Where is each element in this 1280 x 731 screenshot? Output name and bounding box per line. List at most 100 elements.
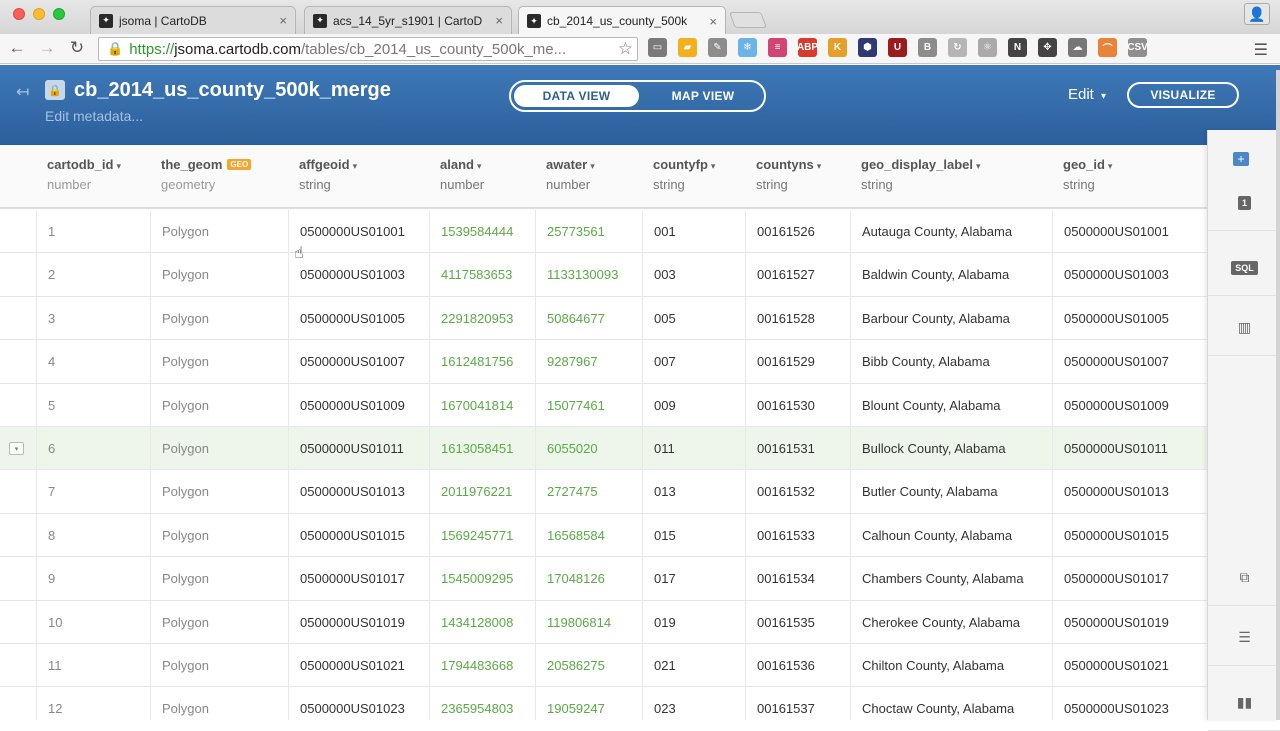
cell-awater[interactable]: 119806814 xyxy=(535,600,642,644)
column-menu-chevron-icon[interactable]: ▾ xyxy=(477,161,482,171)
cell-the-geom[interactable]: Polygon xyxy=(150,296,288,340)
cell-the-geom[interactable]: Polygon xyxy=(150,557,288,601)
cell-aland[interactable]: 2011976221 xyxy=(429,470,535,514)
k-icon[interactable]: K xyxy=(828,38,847,57)
reload-icon[interactable]: ↻ xyxy=(66,37,88,59)
pencil-icon[interactable]: ✎ xyxy=(708,38,727,57)
cell-awater[interactable]: 1133130093 xyxy=(535,253,642,297)
close-tab-icon[interactable]: × xyxy=(709,14,717,29)
add-row-button[interactable]: ☰ xyxy=(1208,610,1280,666)
cell-geo-display-label[interactable]: Cherokee County, Alabama xyxy=(850,600,1052,644)
cell-geo-id[interactable]: 0500000US01023 xyxy=(1052,687,1192,720)
chart-button[interactable]: ▥ xyxy=(1208,300,1280,356)
cell-aland[interactable]: 4117583653 xyxy=(429,253,535,297)
table-row[interactable]: 1 Polygon 0500000US01001 1539584444 25773561… xyxy=(0,210,1207,254)
cell-countyfp[interactable]: 013 xyxy=(642,470,745,514)
column-header-geo-id[interactable]: geo_id ▾ string xyxy=(1052,145,1192,209)
map-view-tab[interactable]: MAP VIEW xyxy=(643,85,763,107)
cell-geo-id[interactable]: 0500000US01017 xyxy=(1052,557,1192,601)
cell-countyfp[interactable]: 021 xyxy=(642,644,745,687)
back-to-dashboard-icon[interactable]: ↤ xyxy=(16,82,29,102)
cell-aland[interactable]: 1612481756 xyxy=(429,340,535,384)
rainbow-icon[interactable]: ⌒ xyxy=(1098,38,1117,57)
cell-countyfp[interactable]: 017 xyxy=(642,557,745,601)
cell-geo-display-label[interactable]: Chilton County, Alabama xyxy=(850,644,1052,687)
cell-aland[interactable]: 2365954803 xyxy=(429,687,535,720)
column-menu-chevron-icon[interactable]: ▾ xyxy=(116,161,121,171)
column-menu-chevron-icon[interactable]: ▾ xyxy=(353,161,358,171)
cell-countyns[interactable]: 00161533 xyxy=(745,513,850,557)
cell-awater[interactable]: 17048126 xyxy=(535,557,642,601)
cell-awater[interactable]: 2727475 xyxy=(535,470,642,514)
cell-cartodb-id[interactable]: 7 xyxy=(36,470,150,514)
cell-cartodb-id[interactable]: 9 xyxy=(36,557,150,601)
cell-awater[interactable]: 25773561 xyxy=(535,210,642,253)
n-icon[interactable]: N xyxy=(1008,38,1027,57)
cell-aland[interactable]: 1670041814 xyxy=(429,383,535,427)
cell-awater[interactable]: 50864677 xyxy=(535,296,642,340)
table-row[interactable]: ▾ 6 Polygon 0500000US01011 1613058451 6055020… xyxy=(0,427,1207,471)
cell-aland[interactable]: 1569245771 xyxy=(429,513,535,557)
column-header-affgeoid[interactable]: affgeoid ▾ string xyxy=(288,145,429,209)
cell-awater[interactable]: 19059247 xyxy=(535,687,642,720)
cell-the-geom[interactable]: Polygon xyxy=(150,427,288,470)
cell-awater[interactable]: 15077461 xyxy=(535,383,642,427)
cell-geo-id[interactable]: 0500000US01007 xyxy=(1052,340,1192,384)
cell-the-geom[interactable]: Polygon xyxy=(150,340,288,384)
cell-countyfp[interactable]: 003 xyxy=(642,253,745,297)
cell-cartodb-id[interactable]: 4 xyxy=(36,340,150,384)
cell-countyns[interactable]: 00161526 xyxy=(745,210,850,253)
edit-metadata-link[interactable]: Edit metadata... xyxy=(45,108,143,124)
cell-affgeoid[interactable]: 0500000US01017 xyxy=(288,557,429,601)
edit-dropdown[interactable]: Edit ▾ xyxy=(1068,86,1106,103)
cell-countyfp[interactable]: 009 xyxy=(642,383,745,427)
cell-cartodb-id[interactable]: 3 xyxy=(36,296,150,340)
cell-geo-id[interactable]: 0500000US01013 xyxy=(1052,470,1192,514)
column-header-the-geom[interactable]: the_geom GEO geometry xyxy=(150,145,288,209)
cell-affgeoid[interactable]: 0500000US01023 xyxy=(288,687,429,720)
table-row[interactable]: 3 Polygon 0500000US01005 2291820953 50864677… xyxy=(0,296,1207,341)
browser-tab-jsoma[interactable]: ✦ jsoma | CartoDB × xyxy=(90,6,296,34)
cell-awater[interactable]: 9287967 xyxy=(535,340,642,384)
cell-geo-display-label[interactable]: Chambers County, Alabama xyxy=(850,557,1052,601)
cell-affgeoid[interactable]: 0500000US01003 xyxy=(288,253,429,297)
cell-countyfp[interactable]: 005 xyxy=(642,296,745,340)
cell-affgeoid[interactable]: 0500000US01019 xyxy=(288,600,429,644)
column-header-geo-display-label[interactable]: geo_display_label ▾ string xyxy=(850,145,1052,209)
cell-affgeoid[interactable]: 0500000US01013 xyxy=(288,470,429,514)
cell-affgeoid[interactable]: 0500000US01011 xyxy=(288,427,429,470)
cell-cartodb-id[interactable]: 6 xyxy=(36,427,150,470)
cell-geo-display-label[interactable]: Baldwin County, Alabama xyxy=(850,253,1052,297)
cell-cartodb-id[interactable]: 2 xyxy=(36,253,150,297)
cell-aland[interactable]: 2291820953 xyxy=(429,296,535,340)
cell-the-geom[interactable]: Polygon xyxy=(150,253,288,297)
cell-affgeoid[interactable]: 0500000US01015 xyxy=(288,513,429,557)
cell-countyfp[interactable]: 015 xyxy=(642,513,745,557)
ublock-icon[interactable]: U xyxy=(888,38,907,57)
cell-geo-display-label[interactable]: Bullock County, Alabama xyxy=(850,427,1052,470)
close-tab-icon[interactable]: × xyxy=(495,13,503,28)
csv-icon[interactable]: CSV xyxy=(1127,38,1148,57)
cell-countyns[interactable]: 00161528 xyxy=(745,296,850,340)
profile-icon[interactable]: 👤 xyxy=(1244,3,1270,25)
visualize-button[interactable]: VISUALIZE xyxy=(1127,82,1239,108)
table-row[interactable]: 8 Polygon 0500000US01015 1569245771 16568584… xyxy=(0,513,1207,558)
minimize-window-button[interactable] xyxy=(33,8,45,20)
cell-affgeoid[interactable]: 0500000US01009 xyxy=(288,383,429,427)
hexagon-icon[interactable]: ⬢ xyxy=(858,38,877,57)
layer-1-button[interactable]: 1 xyxy=(1208,175,1280,231)
column-header-awater[interactable]: awater ▾ number xyxy=(535,145,642,209)
cell-awater[interactable]: 20586275 xyxy=(535,644,642,687)
cell-countyfp[interactable]: 001 xyxy=(642,210,745,253)
data-view-tab[interactable]: DATA VIEW xyxy=(514,85,639,107)
table-row[interactable]: 9 Polygon 0500000US01017 1545009295 17048126… xyxy=(0,557,1207,601)
table-row[interactable]: 11 Polygon 0500000US01021 1794483668 2058627… xyxy=(0,644,1207,688)
private-lock-icon[interactable]: 🔒 xyxy=(45,80,65,100)
cell-aland[interactable]: 1613058451 xyxy=(429,427,535,470)
column-header-aland[interactable]: aland ▾ number xyxy=(429,145,535,209)
cell-geo-id[interactable]: 0500000US01009 xyxy=(1052,383,1192,427)
table-row[interactable]: 5 Polygon 0500000US01009 1670041814 15077461… xyxy=(0,383,1207,427)
page-scrollbar[interactable] xyxy=(1276,70,1280,720)
column-menu-chevron-icon[interactable]: ▾ xyxy=(1108,161,1113,171)
cell-awater[interactable]: 6055020 xyxy=(535,427,642,470)
